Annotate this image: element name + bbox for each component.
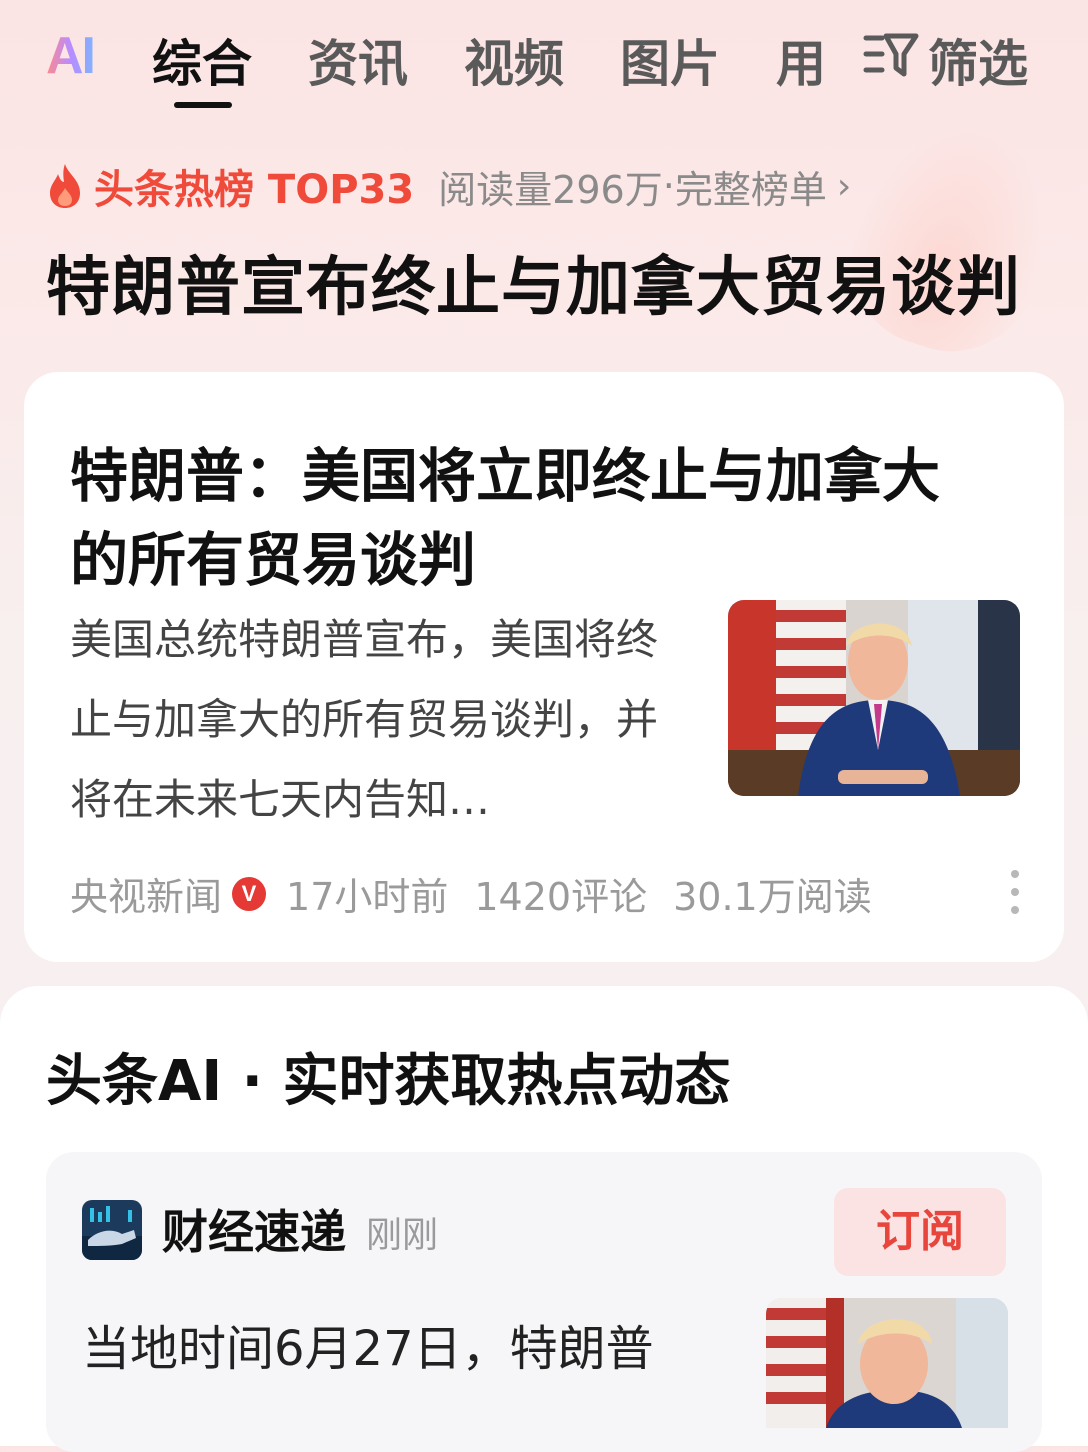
ai-feed-text: 当地时间6月27日，特朗普 bbox=[82, 1321, 654, 1377]
article-thumbnail[interactable] bbox=[728, 600, 1020, 796]
article-source[interactable]: 央视新闻 bbox=[70, 866, 222, 921]
ai-section-title: 头条AI · 实时获取热点动态 bbox=[46, 1049, 731, 1114]
filter-button[interactable]: 筛选 bbox=[862, 24, 1028, 96]
hot-list-row[interactable]: 头条热榜 TOP33 阅读量296万 · 完整榜单 › bbox=[46, 158, 851, 214]
flame-icon bbox=[46, 162, 84, 210]
ai-tab-logo[interactable]: AI bbox=[46, 26, 96, 86]
active-tab-indicator bbox=[174, 102, 232, 108]
background-flame-decoration bbox=[827, 96, 1079, 374]
article-reads: 30.1万阅读 bbox=[673, 875, 872, 919]
filter-label: 筛选 bbox=[928, 35, 1028, 93]
channel-post-time: 刚刚 bbox=[366, 1215, 439, 1256]
article-title[interactable]: 特朗普：美国将立即终止与加拿大的所有贸易谈判 bbox=[70, 434, 990, 602]
tab-news[interactable]: 资讯 bbox=[308, 24, 408, 96]
ai-feed-item[interactable]: 财经速递 刚刚 订阅 当地时间6月27日，特朗普 bbox=[46, 1152, 1042, 1452]
article-summary: 美国总统特朗普宣布，美国将终止与加拿大的所有贸易谈判，并将在未来七天内告知… bbox=[70, 615, 659, 824]
more-options-icon[interactable] bbox=[1010, 870, 1020, 914]
channel-avatar[interactable] bbox=[82, 1200, 142, 1260]
tab-users-partial[interactable]: 用 bbox=[776, 24, 826, 96]
subscribe-button[interactable]: 订阅 bbox=[834, 1188, 1006, 1276]
filter-icon bbox=[862, 28, 920, 92]
hot-read-count: 阅读量296万 bbox=[438, 167, 663, 212]
article-time: 17小时前 bbox=[286, 875, 449, 919]
ai-section-card: 头条AI · 实时获取热点动态 财经速递 刚刚 订阅 当地时间6月27日，特朗普 bbox=[0, 986, 1088, 1452]
top-tab-bar: AI 综合 资讯 视频 图片 用 筛选 bbox=[0, 0, 1088, 112]
article-comments: 1420评论 bbox=[474, 875, 648, 919]
tab-images[interactable]: 图片 bbox=[620, 24, 720, 96]
hot-topic-headline[interactable]: 特朗普宣布终止与加拿大贸易谈判 bbox=[46, 236, 1021, 328]
channel-name[interactable]: 财经速递 bbox=[162, 1196, 346, 1262]
hot-rank-label: 头条热榜 TOP33 bbox=[94, 167, 415, 213]
full-list-link[interactable]: 完整榜单 bbox=[675, 159, 827, 214]
chevron-right-icon: › bbox=[836, 165, 852, 207]
tab-video[interactable]: 视频 bbox=[464, 24, 564, 96]
separator-dot: · bbox=[662, 164, 675, 208]
article-meta: 央视新闻 V 17小时前 1420评论 30.1万阅读 bbox=[70, 866, 872, 921]
tab-comprehensive[interactable]: 综合 bbox=[152, 24, 252, 96]
article-card[interactable]: 特朗普：美国将立即终止与加拿大的所有贸易谈判 美国总统特朗普宣布，美国将终止与加… bbox=[24, 372, 1064, 962]
verified-badge-icon: V bbox=[232, 876, 267, 911]
